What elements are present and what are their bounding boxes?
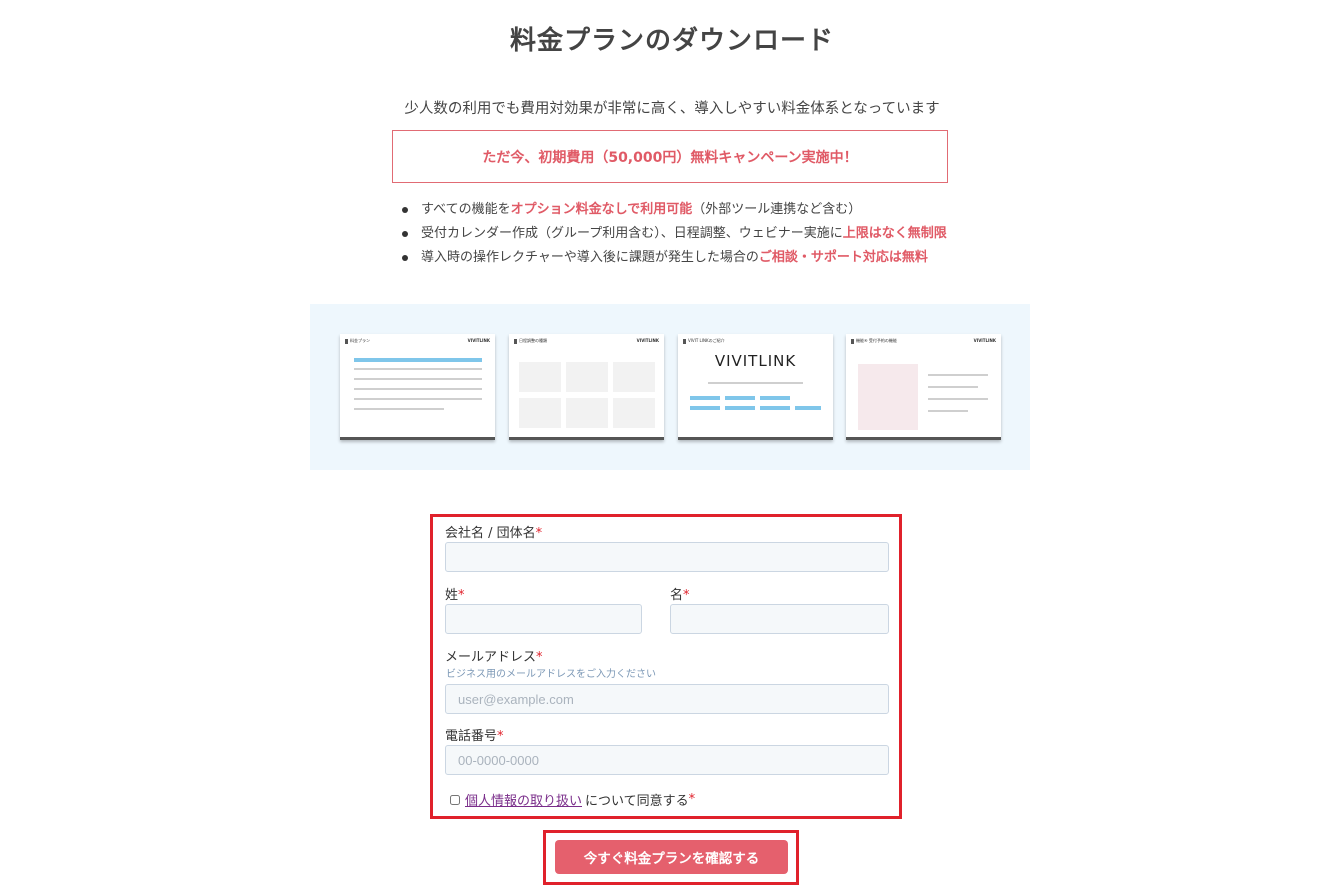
consent-checkbox[interactable] (450, 794, 460, 805)
phone-field[interactable] (445, 745, 889, 775)
last-name-field[interactable] (445, 604, 642, 634)
consent-text: について同意する (585, 794, 689, 809)
company-field[interactable] (445, 542, 889, 572)
page-title: 料金プランのダウンロード (509, 26, 834, 56)
last-name-label: 姓* (445, 588, 465, 603)
feature-item: 受付カレンダー作成（グループ利用含む）、日程調整、ウェビナー実施に上限はなく無制… (400, 222, 947, 246)
email-field[interactable] (445, 684, 889, 714)
preview-thumbnail-pricing: 料金プラン VIVITLINK (340, 334, 495, 440)
campaign-text: ただ今、初期費用（50,000円）無料キャンペーン実施中！ (482, 149, 858, 166)
feature-list: すべての機能をオプション料金なしで利用可能（外部ツール連携など含む） 受付カレン… (400, 198, 947, 270)
document-preview-band: 料金プラン VIVITLINK 日程調整の種類 VIVITLINK VIVIT … (310, 304, 1030, 470)
consent-row: 個人情報の取り扱い について同意する * (450, 790, 695, 809)
thumbnail-heading: 機能④ 受付予約の機能 (851, 338, 897, 344)
thumbnail-heading: 日程調整の種類 (514, 338, 547, 344)
vivitlink-logo: VIVITLINK (714, 352, 797, 370)
thumbnail-logo: VIVITLINK (973, 338, 996, 343)
thumbnail-heading: VIVIT LINKのご紹介 (683, 338, 725, 344)
page-subtitle: 少人数の利用でも費用対効果が非常に高く、導入しやすい料金体系となっています (404, 101, 940, 117)
feature-item: 導入時の操作レクチャーや導入後に課題が発生した場合のご相談・サポート対応は無料 (400, 246, 947, 270)
thumbnail-logo: VIVITLINK (467, 338, 490, 343)
thumbnail-logo: VIVITLINK (636, 338, 659, 343)
preview-thumbnail-schedule: 日程調整の種類 VIVITLINK (509, 334, 664, 440)
email-hint: ビジネス用のメールアドレスをご入力ください (446, 669, 656, 680)
campaign-banner: ただ今、初期費用（50,000円）無料キャンペーン実施中！ (392, 130, 948, 183)
thumbnail-heading: 料金プラン (345, 338, 370, 344)
submit-button[interactable]: 今すぐ料金プランを確認する (555, 840, 788, 874)
preview-thumbnail-intro: VIVIT LINKのご紹介 VIVITLINK (678, 334, 833, 440)
phone-label: 電話番号* (445, 729, 504, 744)
privacy-policy-link[interactable]: 個人情報の取り扱い (465, 790, 582, 809)
feature-item: すべての機能をオプション料金なしで利用可能（外部ツール連携など含む） (400, 198, 947, 222)
first-name-field[interactable] (670, 604, 889, 634)
preview-thumbnail-features: 機能④ 受付予約の機能 VIVITLINK (846, 334, 1001, 440)
company-label: 会社名 / 団体名* (445, 526, 543, 541)
email-label: メールアドレス* (445, 650, 543, 665)
first-name-label: 名* (670, 588, 690, 603)
